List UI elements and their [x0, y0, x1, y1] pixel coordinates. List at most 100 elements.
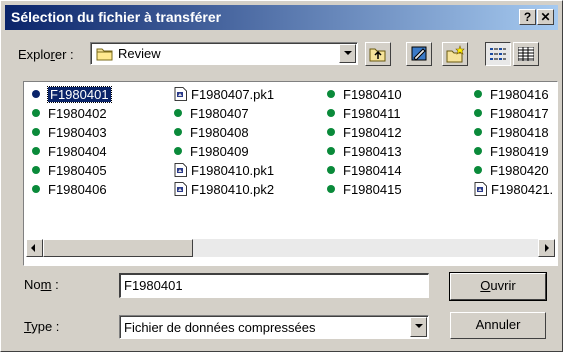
package-file-icon	[174, 163, 191, 178]
file-item[interactable]: F1980407.pk1	[174, 86, 274, 103]
close-button[interactable]: ✕	[537, 9, 554, 25]
file-dot-icon	[32, 90, 40, 98]
up-folder-icon	[369, 46, 387, 65]
file-item[interactable]: F1980410.pk1	[174, 162, 274, 179]
file-name: F1980404	[48, 144, 107, 159]
file-dot-icon	[174, 147, 182, 155]
file-dot-icon	[327, 147, 335, 155]
cancel-button[interactable]: Annuler	[450, 312, 546, 339]
file-item[interactable]: F1980408	[174, 124, 249, 141]
file-item[interactable]: F1980407	[174, 105, 249, 122]
file-item[interactable]: F1980412	[327, 124, 402, 141]
file-name: F1980410.pk1	[191, 163, 275, 178]
file-item[interactable]: F1980421.	[474, 181, 553, 198]
file-dot-icon	[474, 109, 482, 117]
file-name: F1980407.pk1	[191, 87, 275, 102]
file-dot-icon	[32, 109, 40, 117]
file-name: F1980405	[48, 163, 107, 178]
file-name: F1980412	[343, 125, 402, 140]
name-input[interactable]: F1980401	[119, 273, 429, 298]
list-view-icon	[490, 47, 506, 64]
file-dot-icon	[32, 147, 40, 155]
file-name: F1980410.pk2	[191, 182, 275, 197]
desktop-button[interactable]	[406, 42, 432, 66]
help-button[interactable]: ?	[519, 9, 536, 25]
package-file-icon	[174, 87, 191, 102]
file-item[interactable]: F1980411	[327, 105, 401, 122]
file-item[interactable]: F1980410.pk2	[174, 181, 274, 198]
file-item[interactable]: F1980416	[474, 86, 549, 103]
file-dot-icon	[32, 185, 40, 193]
type-select[interactable]: Fichier de données compressées	[119, 315, 429, 339]
file-name: F1980402	[48, 106, 107, 121]
title-bar[interactable]: Sélection du fichier à transférer ? ✕	[5, 5, 558, 30]
file-dot-icon	[327, 185, 335, 193]
folder-icon	[96, 46, 114, 64]
file-name: F1980416	[490, 87, 549, 102]
file-item[interactable]: F1980403	[32, 124, 107, 141]
new-folder-button[interactable]	[442, 42, 468, 66]
file-name: F1980409	[190, 144, 249, 159]
file-item[interactable]: F1980404	[32, 143, 107, 160]
window-title: Sélection du fichier à transférer	[11, 9, 222, 25]
up-folder-button[interactable]	[365, 42, 391, 66]
arrow-right-icon	[545, 244, 549, 252]
file-item[interactable]: F1980419	[474, 143, 549, 160]
file-dot-icon	[474, 128, 482, 136]
scroll-left-button[interactable]	[26, 239, 43, 257]
explorer-label: Explorer :	[18, 47, 74, 62]
desktop-icon	[410, 45, 428, 66]
file-dialog: Sélection du fichier à transférer ? ✕ Ex…	[0, 0, 563, 352]
file-dot-icon	[327, 128, 335, 136]
chevron-down-icon[interactable]	[410, 317, 427, 337]
file-dot-icon	[327, 90, 335, 98]
explorer-combo[interactable]: Review	[90, 42, 358, 65]
file-item[interactable]: F1980415	[327, 181, 402, 198]
name-label: Nom :	[24, 277, 59, 292]
file-item[interactable]: F1980402	[32, 105, 107, 122]
file-name: F1980417	[490, 106, 549, 121]
file-dot-icon	[32, 166, 40, 174]
file-dot-icon	[327, 109, 335, 117]
open-button[interactable]: Ouvrir	[449, 272, 547, 301]
package-file-icon	[474, 182, 491, 197]
new-folder-icon	[446, 45, 465, 66]
file-item[interactable]: F1980410	[327, 86, 402, 103]
file-name: F1980403	[48, 125, 107, 140]
file-item[interactable]: F1980406	[32, 181, 107, 198]
file-name: F1980418	[490, 125, 549, 140]
scroll-thumb[interactable]	[43, 239, 193, 257]
horizontal-scrollbar[interactable]	[26, 239, 555, 257]
file-name: F1980419	[490, 144, 549, 159]
file-dot-icon	[474, 147, 482, 155]
file-item[interactable]: F1980414	[327, 162, 402, 179]
file-item[interactable]: F1980413	[327, 143, 402, 160]
list-view-button[interactable]	[485, 42, 511, 66]
file-name: F1980413	[343, 144, 402, 159]
file-item[interactable]: F1980401	[32, 86, 112, 103]
type-value: Fichier de données compressées	[124, 320, 316, 335]
scroll-right-button[interactable]	[538, 239, 555, 257]
chevron-down-icon[interactable]	[339, 44, 356, 63]
file-item[interactable]: F1980420	[474, 162, 549, 179]
file-item[interactable]: F1980409	[174, 143, 249, 160]
file-dot-icon	[174, 109, 182, 117]
file-name: F1980401	[47, 86, 112, 103]
file-item[interactable]: F1980418	[474, 124, 549, 141]
details-view-icon	[517, 46, 535, 64]
file-name: F1980415	[343, 182, 402, 197]
package-file-icon	[174, 182, 191, 197]
file-list[interactable]: F1980401 F1980402 F1980403 F1980404 F1980405…	[23, 81, 558, 266]
file-dot-icon	[32, 128, 40, 136]
file-dot-icon	[327, 166, 335, 174]
explorer-folder-name: Review	[118, 46, 161, 61]
file-dot-icon	[474, 90, 482, 98]
type-label: Type :	[24, 319, 60, 334]
file-name: F1980410	[343, 87, 402, 102]
file-item[interactable]: F1980405	[32, 162, 107, 179]
file-item[interactable]: F1980417	[474, 105, 549, 122]
file-dot-icon	[174, 128, 182, 136]
details-view-button[interactable]	[513, 42, 539, 66]
file-name: F1980406	[48, 182, 107, 197]
file-name: F1980421.	[491, 182, 554, 197]
